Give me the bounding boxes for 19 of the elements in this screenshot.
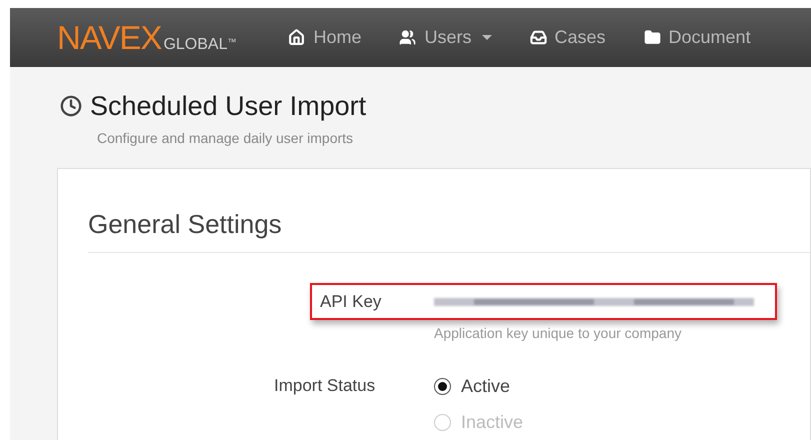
import-status-label: Import Status	[274, 375, 376, 397]
tray-icon	[530, 29, 546, 46]
api-key-help: Application key unique to your company	[434, 324, 682, 343]
nav-link[interactable]: Cases	[530, 24, 606, 51]
section-title: General Settings	[88, 205, 810, 253]
clock-icon	[60, 95, 82, 118]
home-icon	[288, 29, 306, 46]
users-icon	[399, 29, 416, 46]
nav-link[interactable]: Document	[644, 24, 751, 51]
api-key-label: API Key	[320, 290, 382, 313]
radio-option[interactable]: Active	[434, 374, 524, 398]
page-subtitle: Configure and manage daily user imports	[97, 128, 354, 148]
nav-link[interactable]: Users	[399, 24, 492, 51]
logo-text: NAVEX	[57, 21, 162, 54]
logo-subtext: GLOBAL$^{™}$	[163, 37, 236, 53]
page-title: Scheduled User Import	[90, 90, 366, 123]
nav-link[interactable]: Home	[288, 24, 362, 51]
radio-button[interactable]	[434, 378, 451, 394]
folder-icon	[644, 29, 661, 46]
